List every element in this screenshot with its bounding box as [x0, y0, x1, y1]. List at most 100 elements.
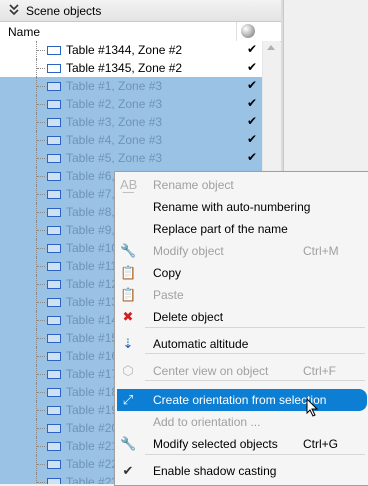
table-object-icon — [47, 388, 61, 397]
menu-item-label: Enable shadow casting — [153, 464, 277, 478]
menu-item-automatic-altitude[interactable]: ⇣ Automatic altitude — [117, 333, 367, 355]
collapse-chevron-icon[interactable] — [8, 3, 20, 17]
row-label: Table #7, — [66, 187, 115, 201]
menu-item-center-view-on-object[interactable]: ⬡ Center view on object Ctrl+F — [117, 360, 367, 382]
shadow-check-icon[interactable]: ✔ — [247, 114, 257, 128]
tree-branch-line — [37, 194, 45, 196]
shadow-check-icon[interactable]: ✔ — [247, 150, 257, 164]
shadow-column-sphere-icon[interactable] — [241, 24, 255, 38]
table-object-icon — [47, 262, 61, 271]
wrench-icon: 🔧 — [120, 436, 137, 451]
context-menu: A͟B Rename object Rename with auto-numberi… — [114, 171, 368, 486]
table-object-icon — [47, 370, 61, 379]
shadow-check-icon[interactable]: ✔ — [247, 42, 257, 56]
tree-branch-line — [37, 122, 45, 124]
menu-item-label: Create orientation from selection — [153, 393, 327, 407]
table-object-icon — [47, 424, 61, 433]
table-row[interactable]: Table #1345, Zone #2 ✔ — [0, 59, 262, 77]
table-object-icon — [47, 298, 61, 307]
menu-item-shortcut: Ctrl+M — [303, 244, 339, 258]
row-label: Table #12 — [66, 277, 119, 291]
tree-branch-line — [37, 302, 45, 304]
row-label: Table #4, Zone #3 — [66, 133, 163, 147]
table-object-icon — [47, 64, 61, 73]
table-row[interactable]: Table #1344, Zone #2 ✔ — [0, 41, 262, 59]
table-object-icon — [47, 352, 61, 361]
tree-branch-line — [37, 446, 45, 448]
table-row[interactable]: Table #2, Zone #3 ✔ — [0, 95, 262, 113]
menu-item-replace-part-of-the-name[interactable]: Replace part of the name — [117, 218, 367, 240]
row-label: Table #5, Zone #3 — [66, 151, 163, 165]
table-object-icon — [47, 316, 61, 325]
panel-titlebar[interactable]: Scene objects — [0, 0, 283, 22]
scroll-up-arrow-icon[interactable] — [267, 45, 275, 50]
menu-item-delete-object[interactable]: ✖ Delete object — [117, 306, 367, 328]
row-label: Table #1, Zone #3 — [66, 79, 163, 93]
row-label: Table #21 — [66, 439, 119, 453]
wrench-icon: 🔧 — [120, 243, 137, 258]
mouse-cursor-icon — [306, 398, 319, 417]
menu-item-create-orientation-from-selection[interactable]: ⤢ Create orientation from selection — [117, 389, 367, 411]
menu-item-copy[interactable]: 📋 Copy — [117, 262, 367, 284]
tree-branch-line — [37, 374, 45, 376]
check-icon: ✔ — [122, 463, 134, 478]
table-object-icon — [47, 154, 61, 163]
tree-branch-line — [37, 50, 45, 52]
menu-item-label: Modify object — [153, 244, 224, 258]
tree-branch-line — [37, 428, 45, 430]
tree-branch-line — [37, 68, 45, 70]
menu-item-label: Rename with auto-numbering — [153, 200, 311, 214]
tree-branch-line — [37, 176, 45, 178]
tree-branch-line — [37, 104, 45, 106]
row-label: Table #2, Zone #3 — [66, 97, 163, 111]
table-object-icon — [47, 244, 61, 253]
menu-item-label: Paste — [153, 288, 184, 302]
row-label: Table #3, Zone #3 — [66, 115, 163, 129]
row-label: Table #13 — [66, 295, 119, 309]
table-row[interactable]: Table #1, Zone #3 ✔ — [0, 77, 262, 95]
menu-item-rename-with-auto-numbering[interactable]: Rename with auto-numbering — [117, 196, 367, 218]
menu-item-label: Copy — [153, 266, 182, 280]
column-separator[interactable] — [236, 22, 237, 41]
tree-branch-line — [37, 356, 45, 358]
table-object-icon — [47, 190, 61, 199]
shadow-check-icon[interactable]: ✔ — [247, 96, 257, 110]
tree-branch-line — [37, 248, 45, 250]
table-row[interactable]: Table #4, Zone #3 ✔ — [0, 131, 262, 149]
column-header-name[interactable]: Name — [8, 25, 40, 39]
copy-icon: 📋 — [120, 265, 137, 280]
tree-branch-line — [37, 230, 45, 232]
menu-item-modify-object[interactable]: 🔧 Modify object Ctrl+M — [117, 240, 367, 262]
row-label: Table #17 — [66, 367, 119, 381]
menu-item-shortcut: Ctrl+G — [303, 437, 339, 451]
orientation-icon: ⤢ — [122, 392, 134, 407]
shadow-check-icon[interactable]: ✔ — [247, 78, 257, 92]
menu-item-label: Center view on object — [153, 364, 269, 378]
table-row[interactable]: Table #3, Zone #3 ✔ — [0, 113, 262, 131]
paste-icon: 📋 — [120, 287, 137, 302]
tree-branch-line — [37, 338, 45, 340]
tree-branch-line — [37, 320, 45, 322]
menu-item-rename-object[interactable]: A͟B Rename object — [117, 174, 367, 196]
table-object-icon — [47, 334, 61, 343]
row-label: Table #1344, Zone #2 — [66, 43, 183, 57]
tree-header: Name — [0, 22, 283, 42]
row-label: Table #19 — [66, 403, 119, 417]
menu-item-label: Automatic altitude — [153, 337, 249, 351]
table-object-icon — [47, 118, 61, 127]
shadow-check-icon[interactable]: ✔ — [247, 60, 257, 74]
shadow-check-icon[interactable]: ✔ — [247, 132, 257, 146]
menu-item-label: Rename object — [153, 178, 234, 192]
tree-branch-line — [37, 392, 45, 394]
table-object-icon — [47, 280, 61, 289]
menu-item-label: Add to orientation ... — [153, 415, 261, 429]
tree-branch-line — [37, 158, 45, 160]
row-label: Table #10 — [66, 241, 119, 255]
table-row[interactable]: Table #5, Zone #3 ✔ — [0, 149, 262, 167]
menu-item-shortcut: Ctrl+F — [303, 364, 336, 378]
table-object-icon — [47, 82, 61, 91]
menu-item-enable-shadow-casting[interactable]: ✔ Enable shadow casting — [117, 460, 367, 482]
menu-item-paste[interactable]: 📋 Paste — [117, 284, 367, 306]
menu-item-modify-selected-objects[interactable]: 🔧 Modify selected objects Ctrl+G — [117, 433, 367, 455]
menu-item-add-to-orientation[interactable]: Add to orientation ... — [117, 411, 367, 433]
